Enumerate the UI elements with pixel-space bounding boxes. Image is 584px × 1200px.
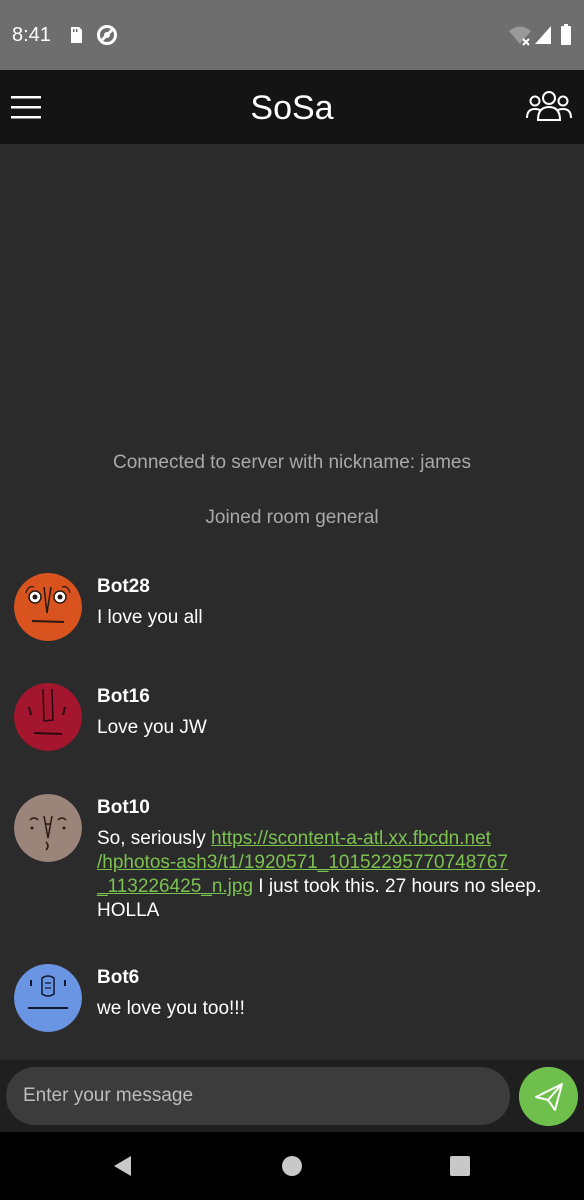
- wifi-off-icon: [509, 26, 531, 46]
- message-body: Bot16 Love you JW: [97, 683, 557, 740]
- signal-icon: [535, 26, 551, 44]
- composer: [0, 1060, 584, 1132]
- do-not-disturb-icon: [97, 25, 117, 45]
- system-nav-bar: [0, 1132, 584, 1200]
- avatar[interactable]: [14, 794, 82, 862]
- message-text-before: So, seriously: [97, 828, 212, 849]
- message-text: we love you too!!!: [97, 998, 245, 1019]
- message-author: Bot16: [97, 686, 150, 707]
- chat-message: Bot10 So, seriously https://scontent-a-a…: [14, 794, 570, 934]
- system-message: Connected to server with nickname: james: [113, 452, 471, 473]
- message-input[interactable]: [6, 1067, 510, 1125]
- recents-icon[interactable]: [448, 1154, 472, 1178]
- message-text-after: I just took this. 27 hours no sleep.: [253, 876, 542, 897]
- sd-card-icon: [71, 27, 82, 43]
- message-text: Love you JW: [97, 717, 207, 738]
- message-author: Bot10: [97, 797, 150, 818]
- avatar[interactable]: [14, 683, 82, 751]
- status-time: 8:41: [12, 24, 51, 46]
- message-list[interactable]: Connected to server with nickname: james…: [0, 144, 584, 1060]
- users-group-icon[interactable]: [526, 88, 572, 126]
- back-icon[interactable]: [111, 1154, 135, 1178]
- message-link-line2: /hphotos-ash3/t1/1920571_101522957707487…: [97, 852, 508, 873]
- battery-icon: [561, 24, 571, 45]
- chat-message: Bot6 we love you too!!!: [14, 964, 570, 1036]
- status-bar: 8:41: [0, 0, 584, 70]
- avatar[interactable]: [14, 964, 82, 1032]
- home-icon[interactable]: [280, 1154, 304, 1178]
- chat-message: Bot28 I love you all: [14, 573, 570, 645]
- message-text: So, seriously https://scontent-a-atl.xx.…: [97, 827, 557, 923]
- message-link-line3: _113226425_n.jpg: [97, 876, 254, 897]
- message-body: Bot28 I love you all: [97, 573, 557, 630]
- message-author: Bot6: [97, 967, 140, 988]
- app-title: SoSa: [250, 89, 334, 127]
- chat-message: Bot16 Love you JW: [14, 683, 570, 755]
- message-body: Bot10 So, seriously https://scontent-a-a…: [97, 794, 557, 923]
- avatar[interactable]: [14, 573, 82, 641]
- message-link-line1: https://scontent-a-atl.xx.fbcdn.net: [211, 828, 491, 849]
- message-body: Bot6 we love you too!!!: [97, 964, 557, 1021]
- system-message: Joined room general: [205, 507, 379, 528]
- app-bar: SoSa: [0, 70, 584, 144]
- message-text: I love you all: [97, 607, 203, 628]
- message-author: Bot28: [97, 576, 150, 597]
- message-text-after2: HOLLA: [97, 900, 160, 921]
- chat-screen: 8:41 SoSa Connected to server with nickn…: [0, 0, 584, 1200]
- send-paper-plane-icon[interactable]: [519, 1067, 578, 1126]
